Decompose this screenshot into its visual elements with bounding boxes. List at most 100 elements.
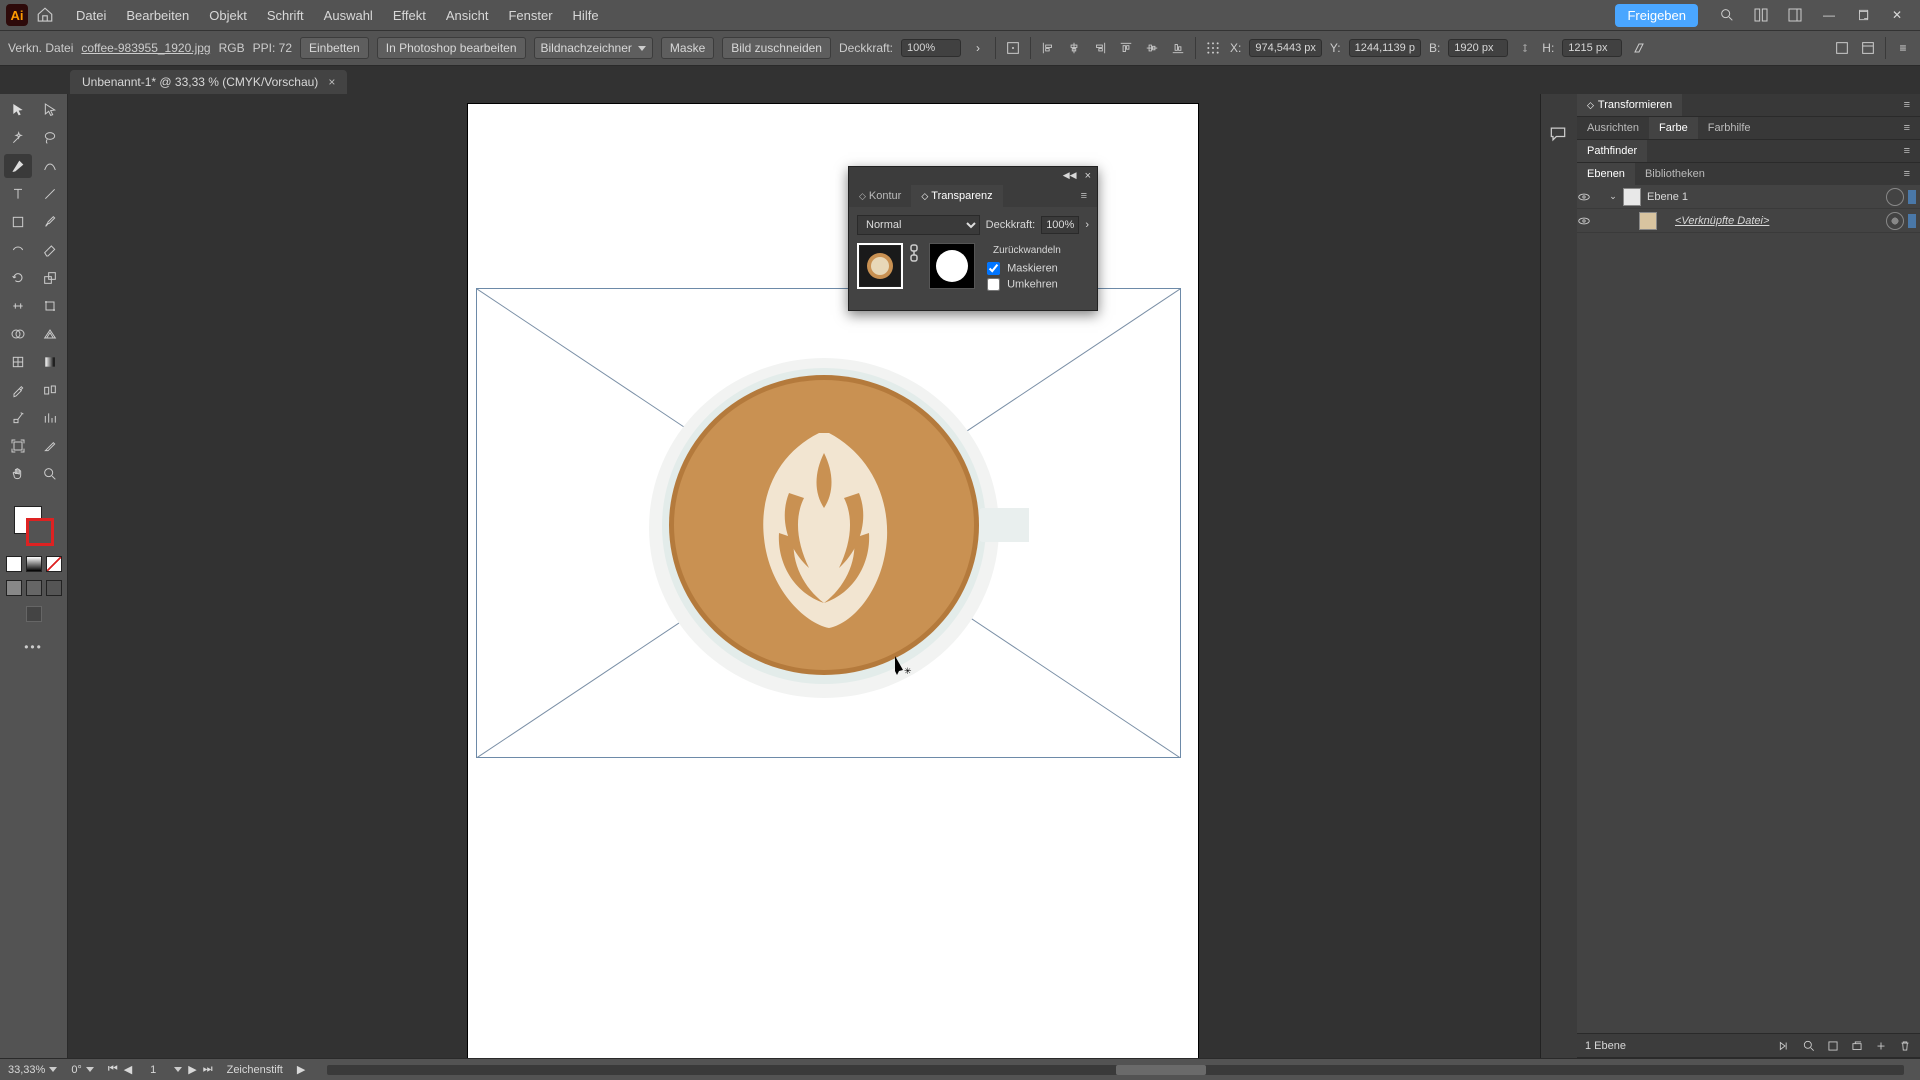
column-graph-tool[interactable] bbox=[36, 406, 64, 430]
shaper-tool[interactable] bbox=[4, 238, 32, 262]
window-minimize-icon[interactable]: — bbox=[1818, 4, 1840, 26]
panel-menu-icon[interactable]: ≡ bbox=[1894, 39, 1912, 57]
hand-tool[interactable] bbox=[4, 462, 32, 486]
release-mask-button[interactable]: Zurückwandeln bbox=[987, 243, 1089, 258]
none-mode-icon[interactable] bbox=[46, 556, 62, 572]
type-tool[interactable] bbox=[4, 182, 32, 206]
link-mask-icon[interactable] bbox=[909, 243, 923, 263]
opacity-value[interactable]: 100% bbox=[901, 39, 961, 57]
perspective-grid-tool[interactable] bbox=[36, 322, 64, 346]
window-close-icon[interactable]: ✕ bbox=[1886, 4, 1908, 26]
tab-ebenen[interactable]: Ebenen bbox=[1577, 163, 1635, 185]
linked-filename[interactable]: coffee-983955_1920.jpg bbox=[81, 41, 210, 55]
reference-point-grid-icon[interactable] bbox=[1204, 39, 1222, 57]
panel-menu-icon[interactable]: ≡ bbox=[1894, 94, 1920, 116]
menu-ansicht[interactable]: Ansicht bbox=[436, 8, 499, 23]
color-mode-icon[interactable] bbox=[6, 556, 22, 572]
make-clipping-mask-icon[interactable] bbox=[1826, 1039, 1840, 1053]
share-button[interactable]: Freigeben bbox=[1615, 4, 1698, 27]
panel-menu-icon[interactable]: ≡ bbox=[1071, 185, 1097, 207]
direct-selection-tool[interactable] bbox=[36, 98, 64, 122]
menu-hilfe[interactable]: Hilfe bbox=[563, 8, 609, 23]
menu-effekt[interactable]: Effekt bbox=[383, 8, 436, 23]
status-play-icon[interactable]: ▶ bbox=[297, 1063, 305, 1076]
gradient-mode-icon[interactable] bbox=[26, 556, 42, 572]
menu-objekt[interactable]: Objekt bbox=[199, 8, 257, 23]
panel-menu-icon[interactable]: ≡ bbox=[1894, 163, 1920, 185]
draw-inside-icon[interactable] bbox=[46, 580, 62, 596]
tab-pathfinder[interactable]: Pathfinder bbox=[1577, 140, 1647, 162]
search-icon[interactable] bbox=[1716, 4, 1738, 26]
locate-object-icon[interactable] bbox=[1778, 1039, 1792, 1053]
panel-menu-icon[interactable]: ≡ bbox=[1894, 117, 1920, 139]
menu-schrift[interactable]: Schrift bbox=[257, 8, 314, 23]
zoom-tool[interactable] bbox=[36, 462, 64, 486]
blend-mode-select[interactable]: Normal bbox=[857, 215, 980, 235]
tab-ausrichten[interactable]: Ausrichten bbox=[1577, 117, 1649, 139]
crop-image-button[interactable]: Bild zuschneiden bbox=[722, 37, 831, 59]
close-tab-icon[interactable]: × bbox=[328, 75, 335, 89]
align-right-icon[interactable] bbox=[1091, 39, 1109, 57]
tab-farbe[interactable]: Farbe bbox=[1649, 117, 1698, 139]
target-icon[interactable] bbox=[1886, 212, 1904, 230]
line-tool[interactable] bbox=[36, 182, 64, 206]
panel-close-icon[interactable]: × bbox=[1085, 170, 1091, 182]
image-trace-dropdown[interactable]: Bildnachzeichner bbox=[534, 37, 653, 59]
layer-row[interactable]: ⌄ Ebene 1 bbox=[1577, 185, 1920, 209]
delete-layer-icon[interactable] bbox=[1898, 1039, 1912, 1053]
draw-normal-icon[interactable] bbox=[6, 580, 22, 596]
align-left-icon[interactable] bbox=[1039, 39, 1057, 57]
eyedropper-tool[interactable] bbox=[4, 378, 32, 402]
tab-transformieren[interactable]: ◇Transformieren bbox=[1577, 94, 1682, 116]
mask-thumbnail[interactable] bbox=[929, 243, 975, 289]
w-input[interactable]: 1920 px bbox=[1448, 39, 1508, 57]
screen-mode-icon[interactable] bbox=[26, 606, 42, 622]
align-top-icon[interactable] bbox=[1117, 39, 1135, 57]
align-vcenter-icon[interactable] bbox=[1143, 39, 1161, 57]
menu-fenster[interactable]: Fenster bbox=[498, 8, 562, 23]
paintbrush-tool[interactable] bbox=[36, 210, 64, 234]
transparency-panel[interactable]: ◀◀ × ◇Kontur ◇Transparenz ≡ Normal Deckk… bbox=[848, 166, 1098, 311]
mask-button[interactable]: Maske bbox=[661, 37, 714, 59]
invert-checkbox[interactable]: Umkehren bbox=[987, 278, 1089, 291]
layer-name[interactable]: <Verknüpfte Datei> bbox=[1663, 215, 1882, 227]
layer-row[interactable]: <Verknüpfte Datei> bbox=[1577, 209, 1920, 233]
chevron-down-icon[interactable] bbox=[174, 1067, 182, 1072]
h-input[interactable]: 1215 px bbox=[1562, 39, 1622, 57]
embed-button[interactable]: Einbetten bbox=[300, 37, 369, 59]
opacity-input[interactable]: 100% bbox=[1041, 216, 1079, 234]
magic-wand-tool[interactable] bbox=[4, 126, 32, 150]
align-bottom-icon[interactable] bbox=[1169, 39, 1187, 57]
width-tool[interactable] bbox=[4, 294, 32, 318]
free-transform-tool[interactable] bbox=[36, 294, 64, 318]
eraser-tool[interactable] bbox=[36, 238, 64, 262]
first-artboard-icon[interactable]: ⏮ bbox=[108, 1063, 118, 1076]
tab-bibliotheken[interactable]: Bibliotheken bbox=[1635, 163, 1715, 185]
zoom-value[interactable]: 33,33% bbox=[8, 1064, 45, 1076]
workspace-switcher-icon[interactable] bbox=[1784, 4, 1806, 26]
align-hcenter-icon[interactable] bbox=[1065, 39, 1083, 57]
link-wh-icon[interactable] bbox=[1516, 39, 1534, 57]
object-thumbnail[interactable] bbox=[857, 243, 903, 289]
rectangle-tool[interactable] bbox=[4, 210, 32, 234]
comments-icon[interactable] bbox=[1548, 124, 1570, 146]
panel-icon-2[interactable] bbox=[1859, 39, 1877, 57]
document-tab[interactable]: Unbenannt-1* @ 33,33 % (CMYK/Vorschau) × bbox=[70, 70, 347, 94]
pen-tool[interactable] bbox=[4, 154, 32, 178]
new-layer-icon[interactable] bbox=[1874, 1039, 1888, 1053]
opacity-more-icon[interactable]: › bbox=[969, 39, 987, 57]
panel-collapse-icon[interactable]: ◀◀ bbox=[1063, 170, 1077, 182]
target-icon[interactable] bbox=[1886, 188, 1904, 206]
menu-auswahl[interactable]: Auswahl bbox=[314, 8, 383, 23]
home-icon[interactable] bbox=[34, 4, 56, 26]
horizontal-scrollbar[interactable] bbox=[327, 1065, 1904, 1075]
curvature-tool[interactable] bbox=[36, 154, 64, 178]
scale-tool[interactable] bbox=[36, 266, 64, 290]
gradient-tool[interactable] bbox=[36, 350, 64, 374]
last-artboard-icon[interactable]: ⏭ bbox=[203, 1063, 213, 1076]
menu-datei[interactable]: Datei bbox=[66, 8, 116, 23]
y-input[interactable]: 1244,1139 p bbox=[1349, 39, 1421, 57]
next-artboard-icon[interactable]: ▶ bbox=[188, 1063, 196, 1076]
mesh-tool[interactable] bbox=[4, 350, 32, 374]
draw-behind-icon[interactable] bbox=[26, 580, 42, 596]
